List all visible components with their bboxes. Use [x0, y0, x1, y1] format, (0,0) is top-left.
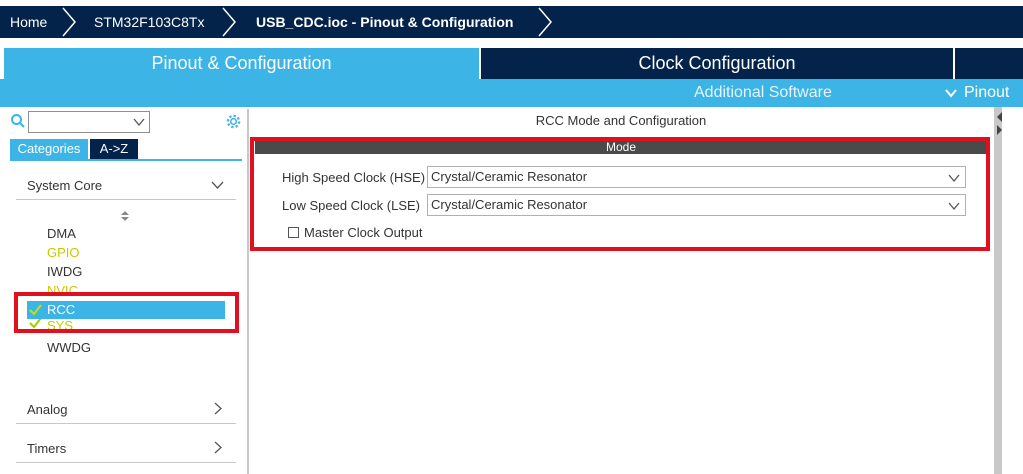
tab-additional-software[interactable]: Additional Software: [694, 79, 832, 107]
chevron-right-icon: [222, 7, 236, 37]
divider: [16, 199, 236, 200]
tab-pinout-configuration[interactable]: Pinout & Configuration: [4, 48, 479, 79]
collapse-arrows-icon[interactable]: [996, 111, 1003, 137]
tab-underline: [10, 159, 242, 161]
chevron-right-icon: [62, 7, 76, 37]
panel-title: RCC Mode and Configuration: [535, 113, 707, 128]
tab-clock-configuration[interactable]: Clock Configuration: [481, 48, 953, 79]
chevron-right-icon: [538, 7, 552, 37]
breadcrumb-device[interactable]: STM32F103C8Tx: [94, 6, 204, 38]
sub-tab-bar: [0, 79, 1023, 107]
tab-extra[interactable]: [955, 48, 1023, 79]
chevron-right-icon[interactable]: [213, 402, 223, 415]
tab-a-z[interactable]: A->Z: [90, 139, 138, 159]
list-item-gpio[interactable]: GPIO: [47, 245, 80, 260]
chevron-down-icon: [133, 118, 145, 127]
search-icon[interactable]: [10, 113, 26, 129]
chevron-down-icon[interactable]: [211, 180, 224, 190]
list-item-wwdg[interactable]: WWDG: [47, 340, 91, 355]
sort-icon[interactable]: [120, 210, 130, 222]
highlight-box: [250, 137, 990, 251]
splitter[interactable]: [994, 107, 1002, 474]
highlight-box: [14, 292, 239, 333]
tab-pinout-view[interactable]: Pinout: [964, 79, 1009, 107]
search-input[interactable]: [28, 111, 150, 133]
category-analog[interactable]: Analog: [27, 402, 67, 417]
list-item-dma[interactable]: DMA: [47, 226, 76, 241]
category-timers[interactable]: Timers: [27, 441, 66, 456]
chevron-right-icon[interactable]: [213, 441, 223, 454]
divider: [16, 462, 236, 463]
list-item-iwdg[interactable]: IWDG: [47, 264, 82, 279]
tab-categories[interactable]: Categories: [10, 139, 88, 159]
breadcrumb-file[interactable]: USB_CDC.ioc - Pinout & Configuration: [256, 6, 513, 38]
gear-icon[interactable]: [225, 113, 242, 130]
divider: [16, 423, 236, 424]
breadcrumb-home[interactable]: Home: [10, 6, 47, 38]
chevron-down-icon: [945, 89, 957, 98]
category-system-core[interactable]: System Core: [27, 178, 102, 193]
